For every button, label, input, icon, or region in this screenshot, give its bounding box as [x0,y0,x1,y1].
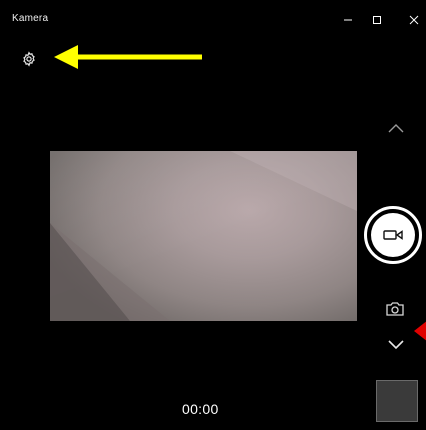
gear-icon [23,51,35,67]
yellow-arrow-annotation [54,45,202,69]
chevron-down-icon [388,340,404,350]
record-button-face [371,213,415,257]
scroll-up-button[interactable] [383,116,409,140]
camera-icon [386,302,404,316]
maximize-icon [373,16,381,24]
minimize-button[interactable] [334,8,362,32]
scroll-down-button[interactable] [383,333,409,357]
red-arrow-annotation [414,321,426,341]
window-title: Kamera [12,13,49,24]
maximize-button[interactable] [363,8,391,32]
preview-scene [50,151,357,321]
camera-preview [50,151,357,321]
close-button[interactable] [400,8,426,32]
minimize-icon [344,19,352,21]
photo-mode-button[interactable] [382,298,408,320]
camera-app-window: Kamera 00:00 [0,0,426,430]
chevron-up-icon [388,124,404,133]
recording-timer: 00:00 [182,401,219,417]
record-video-button[interactable] [364,206,422,264]
close-icon [409,15,419,25]
video-camera-icon [383,230,403,240]
title-bar: Kamera [0,0,426,34]
settings-button[interactable] [18,48,40,70]
last-capture-thumbnail[interactable] [376,380,418,422]
